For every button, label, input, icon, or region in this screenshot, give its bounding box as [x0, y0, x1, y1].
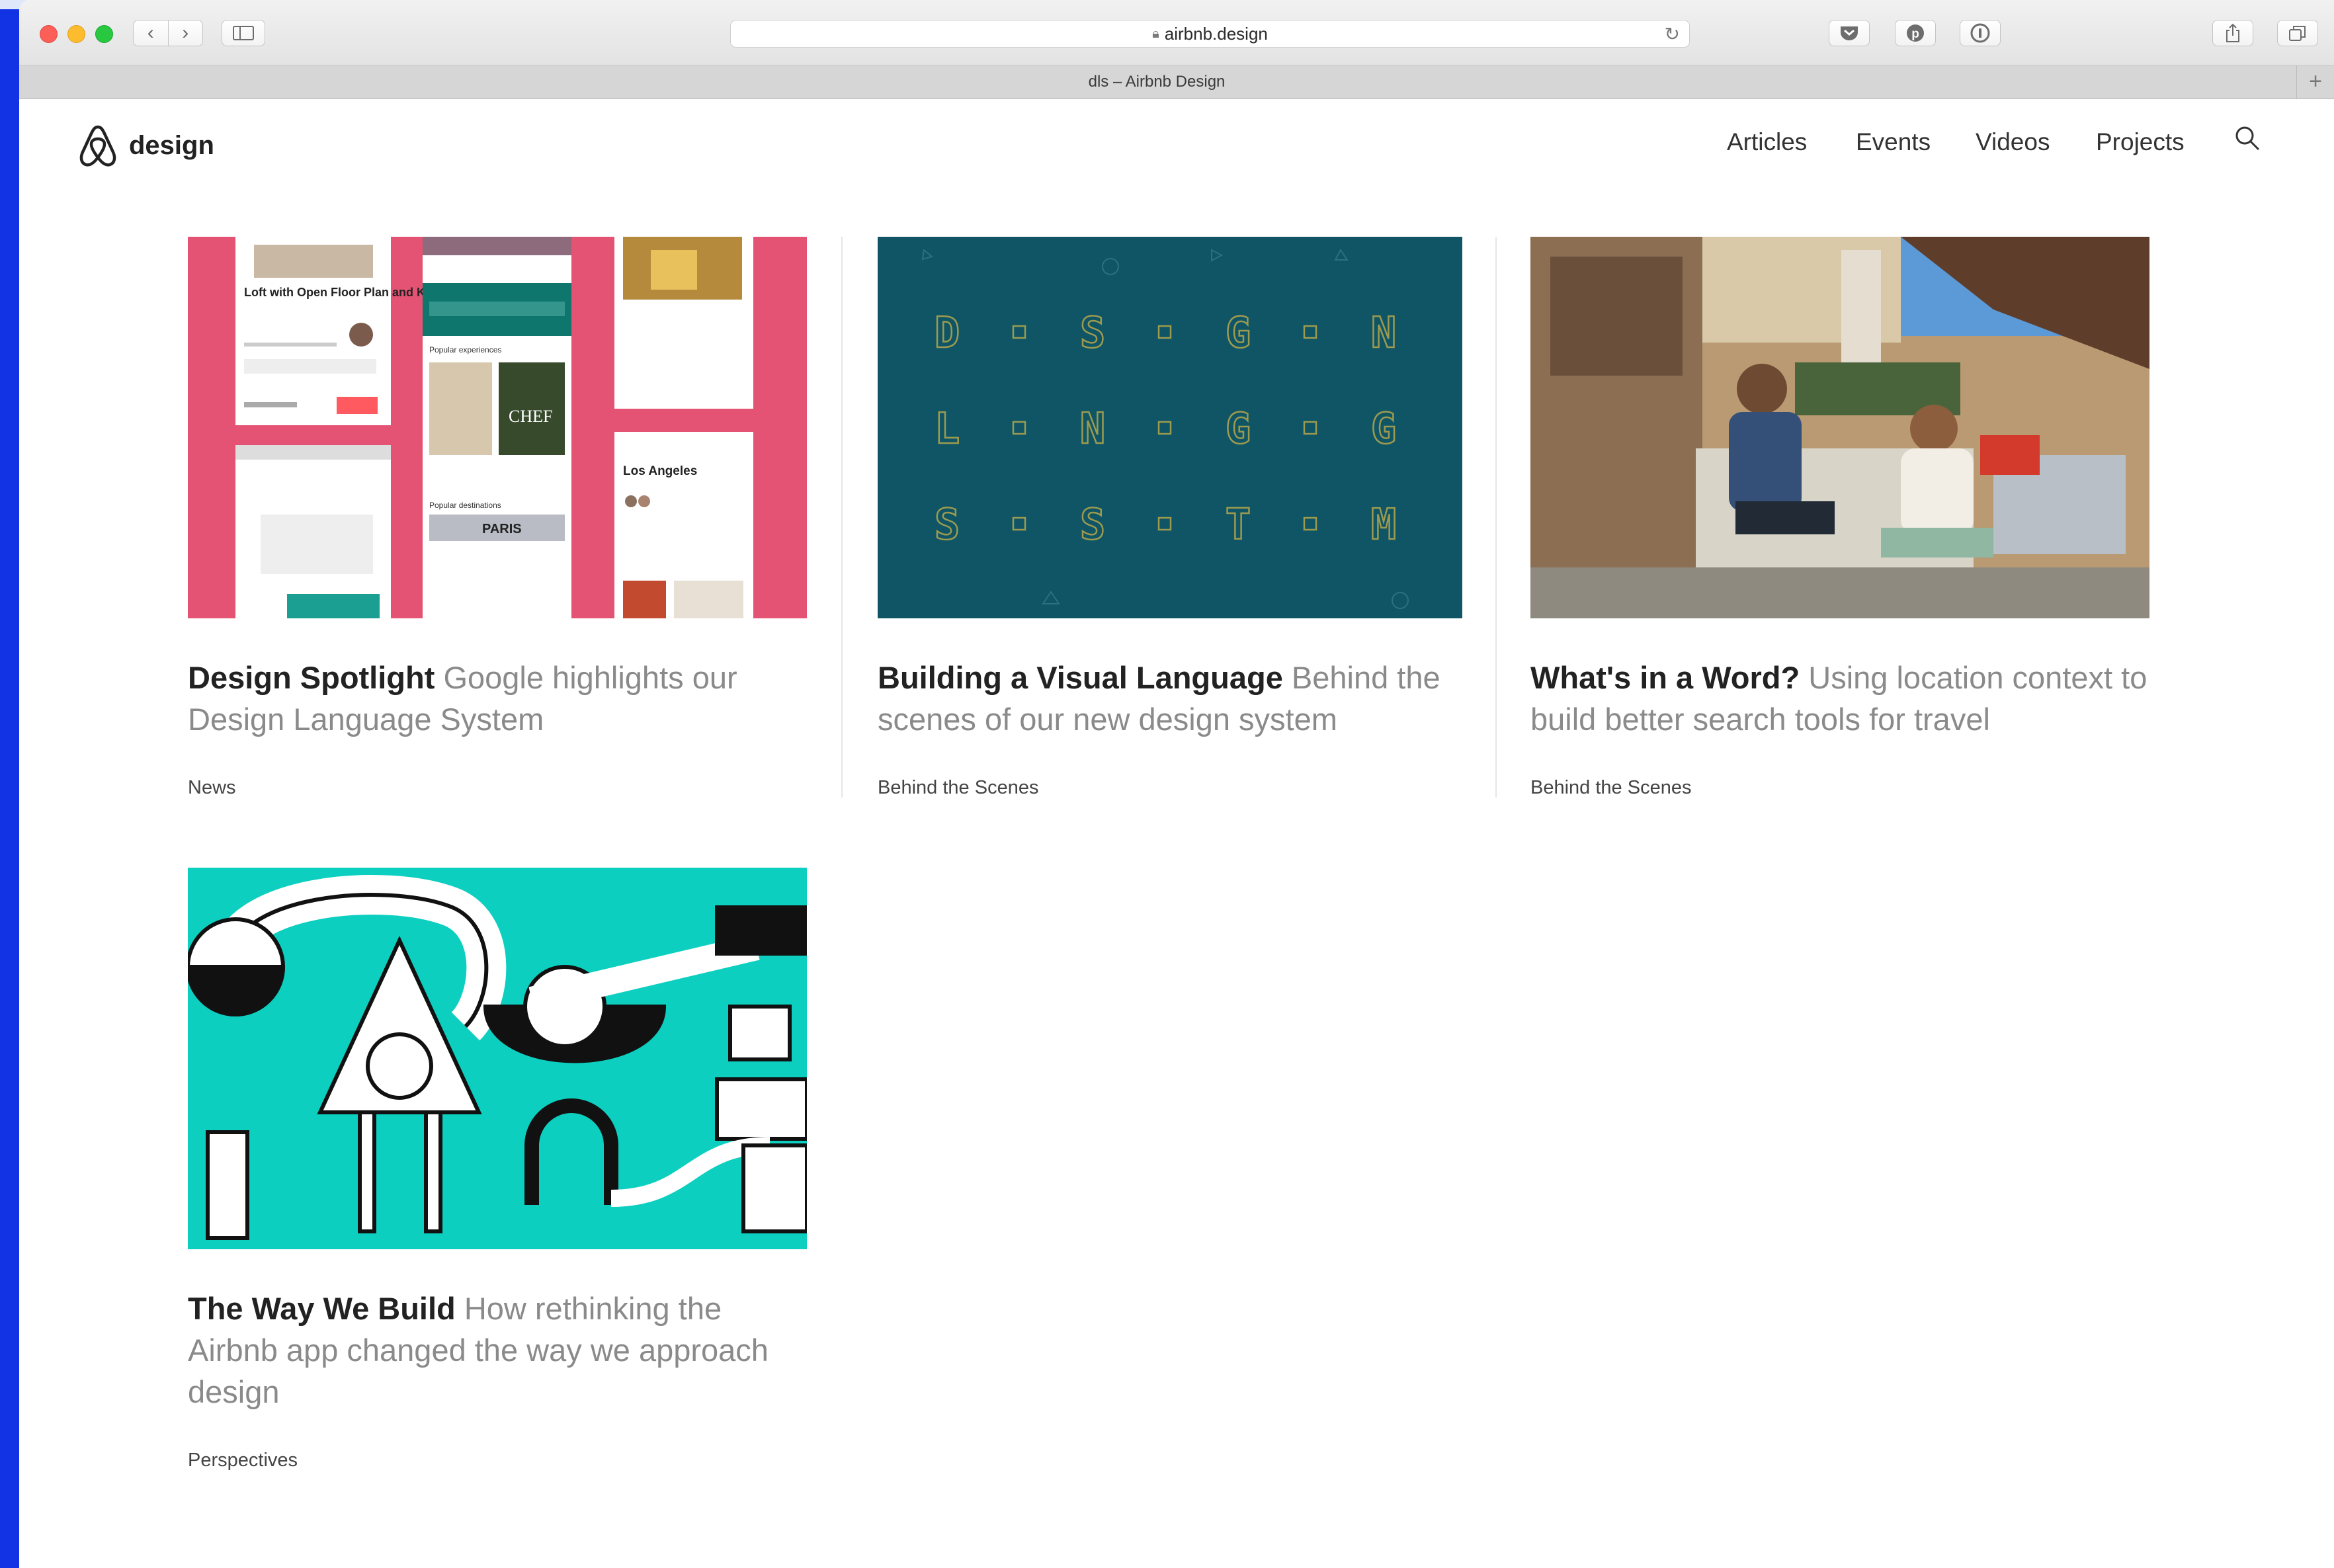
article-category[interactable]: Perspectives [188, 1450, 807, 1471]
article-thumbnail[interactable] [1530, 237, 2149, 618]
article-category[interactable]: Behind the Scenes [878, 777, 1462, 799]
article-thumbnail[interactable]: D S G N L N G G S S T M [878, 237, 1462, 618]
article-title: What's in a Word? [1530, 660, 1800, 695]
back-button[interactable]: ‹ [134, 21, 169, 46]
grid-letter: S [935, 501, 960, 550]
article-thumbnail[interactable]: Loft with Open Floor Plan and Kitchen CH… [188, 237, 807, 618]
article-headline[interactable]: What's in a Word? Using location context… [1530, 657, 2149, 740]
article-card-design-spotlight[interactable]: Loft with Open Floor Plan and Kitchen CH… [188, 237, 807, 799]
article-title: Building a Visual Language [878, 660, 1283, 695]
article-headline[interactable]: Building a Visual Language Behind the sc… [878, 657, 1462, 740]
grid-letter: G [1226, 309, 1251, 358]
article-card-the-way-we-build[interactable]: The Way We Build How rethinking the Airb… [188, 868, 807, 1471]
grid-letter: S [1080, 309, 1106, 358]
phone-screen-text: Popular destinations [429, 501, 501, 510]
airbnb-belo-icon [79, 125, 116, 167]
grid-letter: L [935, 405, 960, 454]
search-button[interactable] [2234, 125, 2261, 155]
article-card-building-visual-language[interactable]: D S G N L N G G S S T M Building a Visua… [878, 237, 1462, 799]
history-navigation: ‹ › [133, 20, 203, 46]
browser-toolbar: ‹ › 🔒︎ airbnb.design ↻ p [19, 0, 2334, 65]
article-title: Design Spotlight [188, 660, 435, 695]
grid-letter: G [1226, 405, 1251, 454]
app-screens-illustration: Loft with Open Floor Plan and Kitchen CH… [235, 237, 753, 618]
reload-icon[interactable]: ↻ [1665, 23, 1680, 45]
search-icon [2235, 126, 2260, 151]
sidebar-toggle-button[interactable] [222, 20, 265, 46]
grid-letter: D [935, 309, 960, 358]
share-icon [2226, 23, 2239, 42]
pocket-icon [1841, 26, 1858, 40]
grid-letter: M [1371, 501, 1397, 550]
svg-text:p: p [1911, 27, 1919, 41]
site-header: design Articles Events Videos Projects [19, 99, 2334, 192]
street-photo-illustration [1530, 237, 2149, 618]
active-tab[interactable]: dls – Airbnb Design [19, 65, 2294, 99]
nav-events-link[interactable]: Events [1856, 128, 1931, 156]
pinterest-icon: p [1907, 24, 1924, 42]
grid-letter: G [1371, 405, 1397, 454]
article-card-whats-in-a-word[interactable]: What's in a Word? Using location context… [1530, 237, 2149, 799]
share-button[interactable] [2212, 20, 2253, 46]
site-logo[interactable]: design [77, 123, 214, 168]
close-window-button[interactable] [40, 25, 58, 43]
grid-letter: N [1080, 405, 1106, 454]
phone-screen-text: Los Angeles [623, 464, 697, 478]
logo-wordmark: design [129, 130, 214, 160]
column-divider [841, 237, 843, 798]
lock-icon: 🔒︎ [1152, 26, 1159, 41]
shapes-characters-illustration [188, 875, 807, 1240]
pocket-extension-button[interactable] [1829, 20, 1870, 46]
show-tabs-button[interactable] [2277, 20, 2318, 46]
pinterest-extension-button[interactable]: p [1895, 20, 1936, 46]
article-headline[interactable]: Design Spotlight Google highlights our D… [188, 657, 807, 740]
article-title: The Way We Build [188, 1291, 456, 1326]
article-thumbnail[interactable] [188, 868, 807, 1249]
tab-bar: dls – Airbnb Design + [19, 65, 2334, 99]
zoom-window-button[interactable] [95, 25, 113, 43]
nav-videos-link[interactable]: Videos [1976, 128, 2050, 156]
grid-letter: N [1371, 309, 1397, 358]
grid-letter: S [1080, 501, 1106, 550]
address-bar[interactable]: 🔒︎ airbnb.design ↻ [730, 20, 1690, 48]
grid-letter: T [1226, 501, 1251, 550]
design-language-letter-grid: D S G N L N G G S S T M [921, 249, 1409, 609]
sidebar-icon [233, 26, 254, 40]
article-category[interactable]: News [188, 777, 807, 799]
column-divider [1495, 237, 1497, 798]
svg-text:CHEF: CHEF [509, 407, 552, 426]
forward-button[interactable]: › [169, 21, 203, 46]
new-tab-button[interactable]: + [2296, 65, 2334, 99]
phone-screen-text: Popular experiences [429, 345, 501, 354]
minimize-window-button[interactable] [67, 25, 85, 43]
url-text: airbnb.design [1164, 23, 1268, 44]
browser-window: ‹ › 🔒︎ airbnb.design ↻ p dls – Airbnb De… [19, 0, 2334, 1568]
password-manager-extension-button[interactable] [1960, 20, 2001, 46]
nav-projects-link[interactable]: Projects [2096, 128, 2185, 156]
article-headline[interactable]: The Way We Build How rethinking the Airb… [188, 1288, 807, 1413]
1password-icon [1970, 23, 1990, 43]
article-category[interactable]: Behind the Scenes [1530, 777, 2149, 799]
nav-articles-link[interactable]: Articles [1727, 128, 1807, 156]
phone-screen-text: PARIS [482, 522, 522, 536]
tabs-overview-icon [2289, 26, 2306, 41]
